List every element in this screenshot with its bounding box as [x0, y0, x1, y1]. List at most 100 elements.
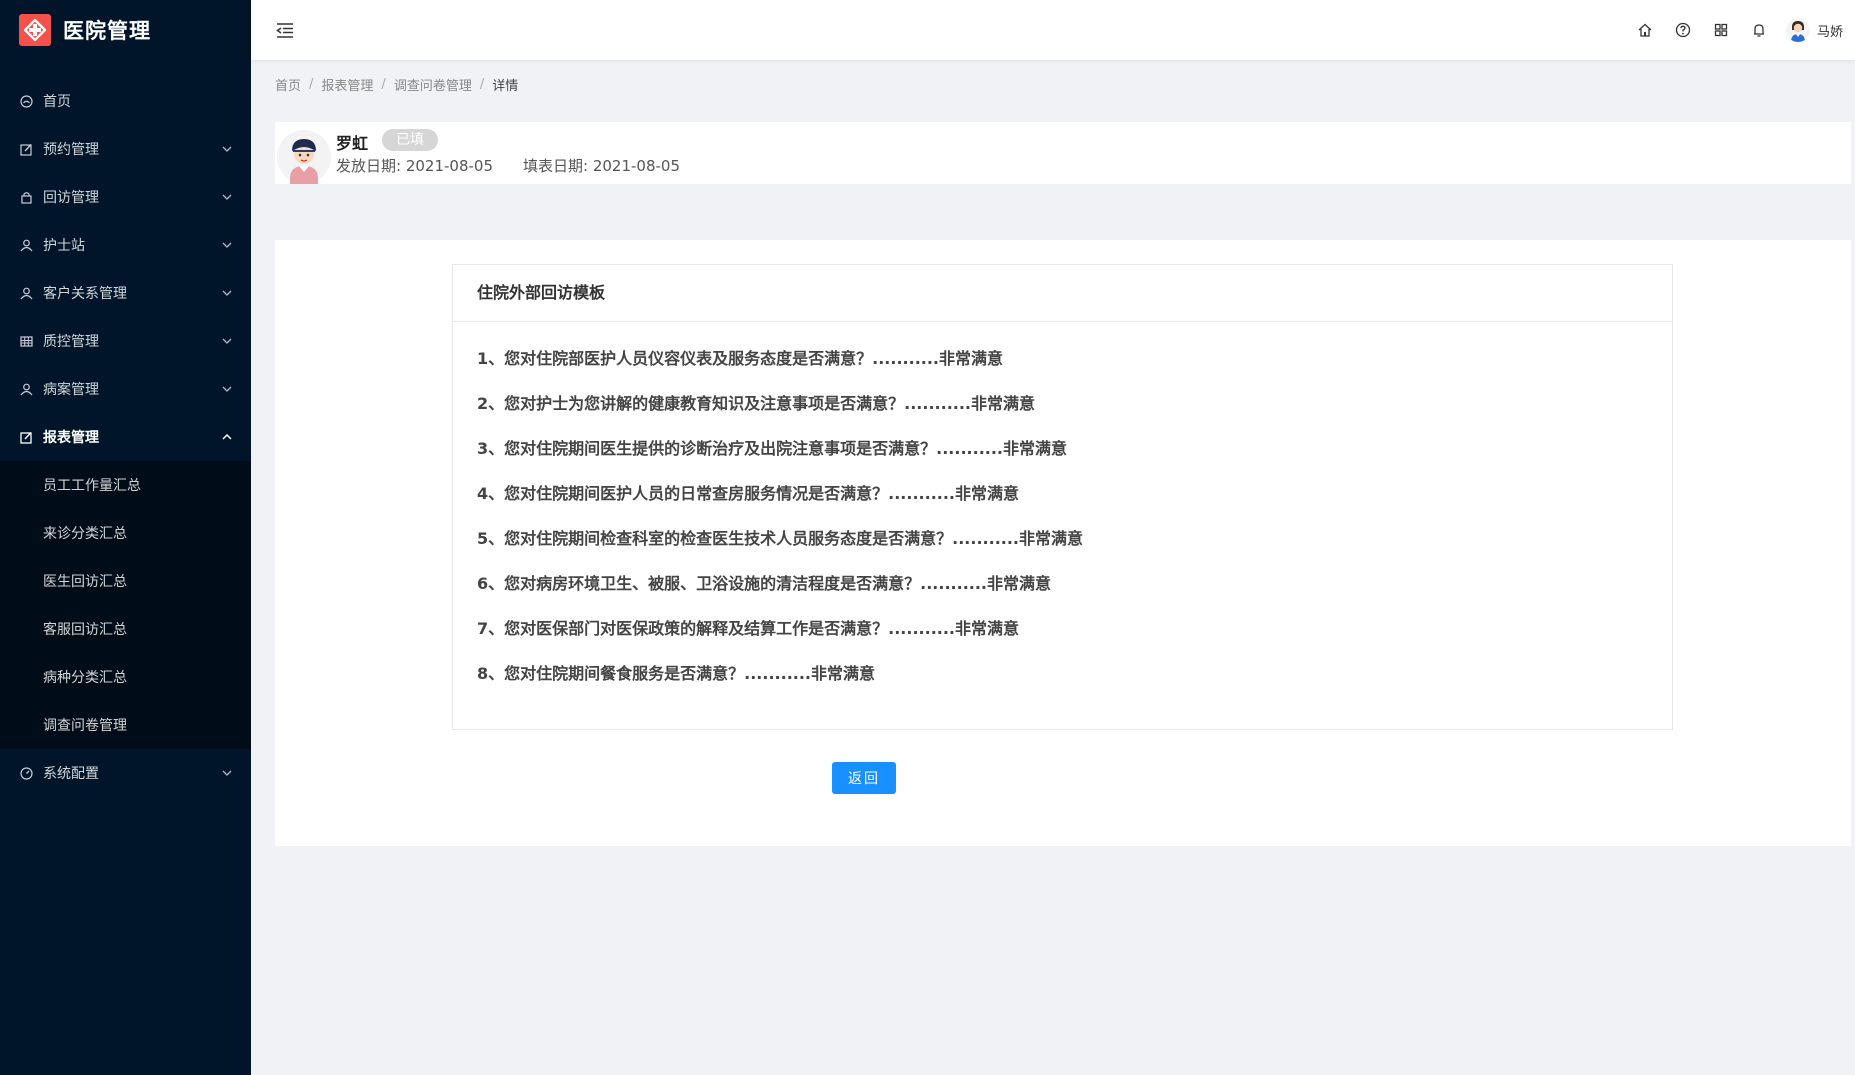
question-text: 4、您对住院期间医护人员的日常查房服务情况是否满意？ [477, 484, 889, 503]
survey-detail-panel: 住院外部回访模板 1、您对住院部医护人员仪容仪表及服务态度是否满意？ .....… [275, 240, 1851, 846]
question-answer: ...........非常满意 [872, 349, 1004, 368]
breadcrumb-item-current: 详情 [492, 79, 519, 94]
top-header: 马娇 [251, 0, 1855, 60]
home-icon[interactable] [1626, 0, 1664, 60]
question-text: 6、您对病房环境卫生、被服、卫浴设施的清洁程度是否满意？ [477, 574, 921, 593]
issue-date: 发放日期: 2021-08-05 [336, 157, 493, 175]
sidebar-item-label: 预约管理 [43, 142, 99, 158]
table-icon [19, 334, 33, 348]
submenu-item-survey-management[interactable]: 调查问卷管理 [0, 701, 251, 749]
chevron-down-icon [221, 767, 233, 779]
sidebar-item-label: 护士站 [43, 238, 85, 254]
breadcrumb-item-survey[interactable]: 调查问卷管理 [394, 75, 472, 94]
edit-icon [19, 142, 33, 156]
sidebar-item-label: 报表管理 [43, 430, 99, 446]
patient-avatar [277, 130, 331, 184]
sidebar-item-reports[interactable]: 报表管理 [0, 413, 251, 461]
question-item: 2、您对护士为您讲解的健康教育知识及注意事项是否满意？ ...........非… [477, 391, 1672, 436]
breadcrumb-item-reports[interactable]: 报表管理 [321, 75, 373, 94]
sidebar-item-followup[interactable]: 回访管理 [0, 173, 251, 221]
profile-dates: 发放日期: 2021-08-05 填表日期: 2021-08-05 [336, 155, 710, 176]
chevron-down-icon [221, 239, 233, 251]
question-answer: ...........非常满意 [936, 439, 1068, 458]
question-answer: ...........非常满意 [744, 664, 876, 683]
sidebar-item-label: 质控管理 [43, 334, 99, 350]
question-item: 6、您对病房环境卫生、被服、卫浴设施的清洁程度是否满意？ ...........… [477, 571, 1672, 616]
back-button[interactable]: 返回 [832, 762, 896, 794]
question-answer: ...........非常满意 [904, 394, 1036, 413]
question-item: 5、您对住院期间检查科室的检查医生技术人员服务态度是否满意？ .........… [477, 526, 1672, 571]
submenu-item-visit-category[interactable]: 来诊分类汇总 [0, 509, 251, 557]
submenu-item-label: 调查问卷管理 [43, 718, 127, 734]
breadcrumb-separator: / [309, 77, 314, 92]
breadcrumb: 首页 / 报表管理 / 调查问卷管理 / 详情 [275, 75, 518, 94]
question-text: 3、您对住院期间医生提供的诊断治疗及出院注意事项是否满意？ [477, 439, 937, 458]
question-text: 7、您对医保部门对医保政策的解释及结算工作是否满意？ [477, 619, 889, 638]
submenu-item-label: 病种分类汇总 [43, 670, 127, 686]
sidebar: 医院管理 首页 预约管理 回访管理 护士站 客户关系管理 质控管理 病案管理 报… [0, 0, 251, 1075]
sidebar-item-quality[interactable]: 质控管理 [0, 317, 251, 365]
submenu-item-label: 来诊分类汇总 [43, 526, 127, 542]
lock-icon [19, 190, 33, 204]
fill-date: 填表日期: 2021-08-05 [523, 157, 680, 175]
sidebar-item-label: 病案管理 [43, 382, 99, 398]
status-badge: 已填 [382, 129, 438, 151]
sidebar-item-crm[interactable]: 客户关系管理 [0, 269, 251, 317]
sidebar-item-nurse-station[interactable]: 护士站 [0, 221, 251, 269]
header-actions: 马娇 [1626, 0, 1843, 60]
survey-card: 住院外部回访模板 1、您对住院部医护人员仪容仪表及服务态度是否满意？ .....… [452, 264, 1673, 730]
breadcrumb-separator: / [479, 77, 485, 92]
menu-fold-icon[interactable] [275, 20, 295, 40]
edit-icon [19, 430, 33, 444]
sidebar-item-label: 客户关系管理 [43, 286, 127, 302]
question-list: 1、您对住院部医护人员仪容仪表及服务态度是否满意？ ...........非常满… [453, 322, 1672, 706]
question-answer: ...........非常满意 [952, 529, 1084, 548]
sidebar-item-home[interactable]: 首页 [0, 77, 251, 125]
gauge-icon [19, 766, 33, 780]
help-icon[interactable] [1664, 0, 1702, 60]
apps-grid-icon[interactable] [1702, 0, 1740, 60]
user-icon [19, 286, 33, 300]
chevron-down-icon [221, 191, 233, 203]
submenu-item-service-followup[interactable]: 客服回访汇总 [0, 605, 251, 653]
sidebar-item-appointment[interactable]: 预约管理 [0, 125, 251, 173]
reports-submenu: 员工工作量汇总 来诊分类汇总 医生回访汇总 客服回访汇总 病种分类汇总 调查问卷… [0, 461, 251, 749]
question-text: 1、您对住院部医护人员仪容仪表及服务态度是否满意？ [477, 349, 873, 368]
question-item: 4、您对住院期间医护人员的日常查房服务情况是否满意？ ...........非常… [477, 481, 1672, 526]
side-menu: 首页 预约管理 回访管理 护士站 客户关系管理 质控管理 病案管理 报表管理 员… [0, 77, 251, 797]
question-answer: ...........非常满意 [888, 484, 1020, 503]
sidebar-item-label: 首页 [43, 94, 71, 110]
bell-icon[interactable] [1740, 0, 1778, 60]
user-icon [19, 382, 33, 396]
submenu-item-label: 员工工作量汇总 [43, 478, 141, 494]
submenu-item-staff-workload[interactable]: 员工工作量汇总 [0, 461, 251, 509]
question-text: 8、您对住院期间餐食服务是否满意？ [477, 664, 745, 683]
breadcrumb-item-home[interactable]: 首页 [275, 75, 301, 94]
patient-name: 罗虹 [336, 134, 369, 153]
question-item: 1、您对住院部医护人员仪容仪表及服务态度是否满意？ ...........非常满… [477, 346, 1672, 391]
user-icon [19, 238, 33, 252]
app-title: 医院管理 [63, 19, 151, 43]
question-answer: ...........非常满意 [888, 619, 1020, 638]
respondent-profile: 罗虹 已填 发放日期: 2021-08-05 填表日期: 2021-08-05 [275, 122, 1851, 184]
sidebar-item-label: 回访管理 [43, 190, 99, 206]
submenu-item-label: 客服回访汇总 [43, 622, 127, 638]
question-text: 5、您对住院期间检查科室的检查医生技术人员服务态度是否满意？ [477, 529, 953, 548]
chevron-down-icon [221, 335, 233, 347]
question-item: 3、您对住院期间医生提供的诊断治疗及出院注意事项是否满意？ ..........… [477, 436, 1672, 481]
sidebar-item-records[interactable]: 病案管理 [0, 365, 251, 413]
logo[interactable]: 医院管理 [0, 0, 251, 60]
sidebar-item-label: 系统配置 [43, 766, 99, 782]
user-name: 马娇 [1816, 24, 1843, 40]
avatar [1785, 18, 1810, 42]
submenu-item-disease-category[interactable]: 病种分类汇总 [0, 653, 251, 701]
hospital-logo-icon [19, 14, 51, 46]
chevron-down-icon [221, 143, 233, 155]
sidebar-item-system[interactable]: 系统配置 [0, 749, 251, 797]
submenu-item-doctor-followup[interactable]: 医生回访汇总 [0, 557, 251, 605]
breadcrumb-separator: / [381, 77, 386, 92]
question-text: 2、您对护士为您讲解的健康教育知识及注意事项是否满意？ [477, 394, 905, 413]
user-menu[interactable]: 马娇 [1785, 18, 1843, 42]
survey-title: 住院外部回访模板 [453, 265, 1672, 322]
submenu-item-label: 医生回访汇总 [43, 574, 127, 590]
